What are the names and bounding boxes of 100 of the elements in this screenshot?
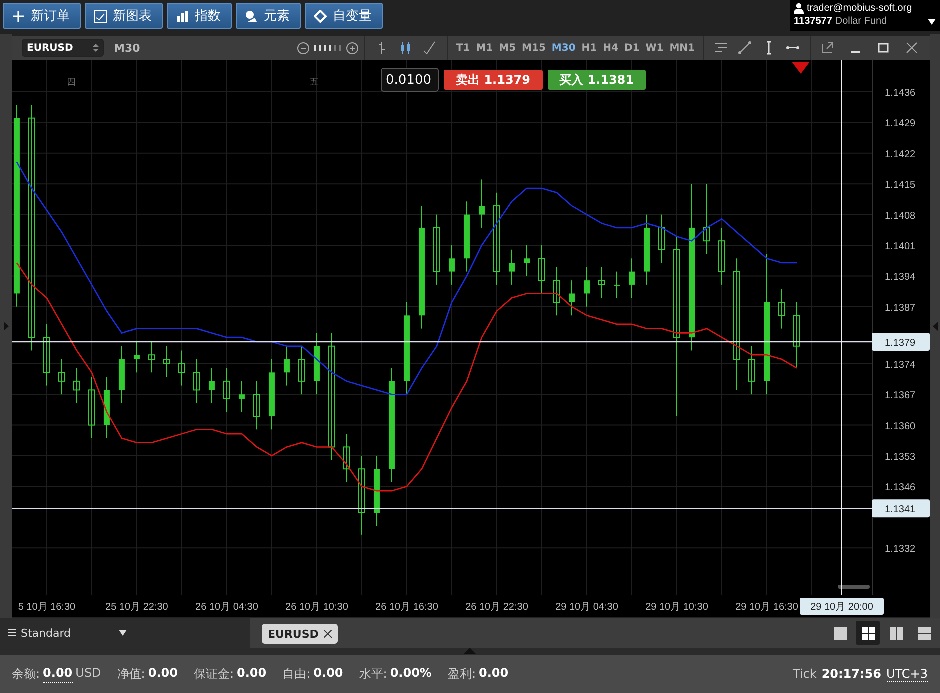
timeframe-button[interactable]: D1: [621, 42, 643, 54]
zoom-out-icon[interactable]: [297, 42, 310, 54]
line-chart-icon[interactable]: [423, 41, 438, 55]
chart-period: M30: [114, 42, 140, 54]
timezone-select[interactable]: UTC+3: [886, 666, 928, 682]
tick-time: 20:17:56: [822, 666, 882, 682]
status-label: 净值:: [117, 666, 146, 682]
profile-name[interactable]: Standard: [21, 626, 72, 640]
trend-line-icon[interactable]: [738, 41, 752, 55]
status-label: 水平:: [359, 666, 388, 682]
toolbar-button[interactable]: 新订单: [3, 3, 81, 29]
status-value: 0.00%: [390, 666, 432, 682]
tick-label: Tick: [792, 666, 817, 682]
price-axis-label: 1.1367: [885, 390, 916, 402]
maximize-icon[interactable]: [877, 41, 891, 55]
rising-candlestick: [568, 280, 575, 316]
falling-candlestick: [718, 227, 726, 286]
close-icon[interactable]: [905, 41, 919, 55]
timeframe-button[interactable]: H1: [578, 42, 600, 54]
rising-candlestick: [238, 380, 245, 413]
user-icon: [794, 3, 804, 14]
rising-candlestick: [584, 266, 590, 308]
price-axis-label: 1.1332: [885, 544, 916, 556]
status-label: 保证金:: [194, 666, 234, 682]
price-axis-label: 1.1387: [885, 302, 916, 314]
falling-candlestick: [223, 368, 230, 413]
falling-candlestick: [778, 288, 786, 330]
rising-candlestick: [478, 179, 485, 228]
price-axis-label: 1.1422: [885, 149, 916, 160]
chart-icon: [94, 10, 107, 22]
caret-icon[interactable]: [928, 18, 936, 24]
layout-button[interactable]: [856, 621, 880, 645]
time-axis-label: 26 10月 10:30: [286, 602, 348, 613]
ref-line-label: 1.1379: [885, 338, 916, 349]
falling-candlestick: [58, 359, 66, 396]
candlestick-icon[interactable]: [399, 41, 414, 55]
falling-candlestick: [178, 350, 186, 386]
timeframe-button[interactable]: T1: [453, 42, 474, 54]
rising-candlestick: [104, 376, 110, 439]
zoom-in-icon[interactable]: [346, 42, 360, 54]
toolbar-button[interactable]: 新图表: [85, 3, 163, 29]
popout-icon[interactable]: [821, 41, 835, 55]
bar-chart-icon: [176, 10, 189, 22]
status-label: 自由:: [282, 666, 311, 682]
timeframe-button[interactable]: H4: [600, 42, 622, 54]
falling-candlestick: [88, 376, 96, 439]
time-axis-label: 25 10月 22:30: [106, 602, 168, 613]
timeframe-button[interactable]: M30: [548, 42, 579, 54]
falling-candlestick: [598, 266, 606, 299]
timeframe-button[interactable]: M5: [496, 42, 520, 54]
falling-candlestick: [433, 214, 440, 286]
weekday-label: 四: [67, 77, 76, 89]
price-tag: 1.1341: [872, 500, 930, 518]
chart-tab[interactable]: EURUSD: [262, 624, 338, 644]
timeframe-button[interactable]: M1: [473, 42, 496, 54]
rising-candlestick: [644, 214, 650, 286]
status-label: 余额:: [12, 666, 40, 682]
layout-icon: [890, 626, 902, 640]
account-number: 1137577: [794, 16, 832, 27]
timeframe-button[interactable]: W1: [642, 42, 667, 54]
rising-candlestick: [628, 258, 635, 299]
rising-candlestick: [268, 359, 275, 430]
rising-candlestick: [524, 245, 530, 277]
status-unit: USD: [76, 666, 102, 682]
sell-button[interactable]: 卖出 1.1379: [444, 70, 542, 90]
rising-candlestick: [118, 346, 125, 404]
diamond-icon: [314, 10, 327, 22]
spinner-arrows-icon[interactable]: [93, 43, 99, 53]
tab-label[interactable]: EURUSD: [268, 628, 319, 640]
time-axis-label: 26 10月 22:30: [466, 602, 528, 613]
lot-size-field[interactable]: 0.0100: [381, 68, 439, 92]
falling-candlestick: [193, 359, 200, 404]
close-icon[interactable]: [324, 630, 332, 638]
toolbar-button[interactable]: 元素: [236, 3, 301, 29]
scrollbar[interactable]: [838, 585, 870, 589]
price-axis-label: 1.1401: [885, 242, 916, 252]
timeframe-button[interactable]: MN1: [666, 42, 698, 54]
falling-candlestick: [658, 214, 666, 264]
falling-candlestick: [538, 245, 546, 294]
falling-candlestick: [553, 266, 560, 316]
toolbar-button[interactable]: 自变量: [305, 3, 383, 29]
rising-candlestick: [208, 368, 215, 404]
timeframe-button[interactable]: M15: [519, 42, 549, 54]
layout-icon: [862, 626, 874, 640]
fibonacci-icon[interactable]: [714, 41, 728, 55]
falling-candlestick: [148, 341, 156, 374]
triangle-marker-icon: [792, 62, 810, 74]
status-value: 0.00: [479, 666, 509, 682]
symbol-select[interactable]: EURUSD: [22, 39, 104, 57]
toolbar-button[interactable]: 指数: [167, 3, 232, 29]
shapes-icon: [245, 10, 258, 22]
time-axis-label: 29 10月 10:30: [646, 602, 708, 613]
status-value: 0.00: [237, 666, 267, 682]
price-tag: 1.1379: [872, 332, 930, 351]
status-value: 0.00: [43, 666, 73, 682]
buy-button[interactable]: 买入 1.1381: [548, 70, 646, 90]
caret-icon[interactable]: [119, 630, 127, 636]
account-email: trader@mobius-soft.org: [807, 3, 912, 14]
menu-icon[interactable]: [8, 629, 16, 637]
time-axis-label: 29 10月 16:30: [736, 602, 798, 613]
